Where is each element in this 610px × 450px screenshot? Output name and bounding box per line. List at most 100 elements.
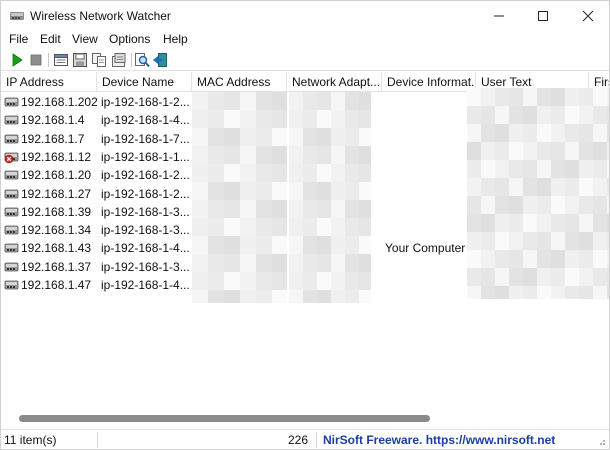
redaction-tile [495, 160, 509, 178]
redaction-tile [579, 106, 593, 124]
redaction-tile [331, 128, 345, 146]
redaction-tile [537, 268, 551, 286]
redacted-mac-column [192, 92, 287, 303]
redaction-tile [509, 106, 523, 124]
redaction-tile [345, 290, 359, 303]
column-header-network-adapter[interactable]: Network Adapt... [287, 72, 382, 92]
redaction-tile [240, 290, 256, 303]
ip-address-cell: 192.168.1.20 [21, 168, 92, 183]
column-header-device-name[interactable]: Device Name [97, 72, 192, 92]
save-icon[interactable] [72, 52, 88, 68]
redaction-tile [551, 124, 565, 142]
redaction-tile [467, 88, 481, 106]
status-bar: 11 item(s) 226 NirSoft Freeware. https:/… [1, 429, 609, 449]
redaction-tile [240, 92, 256, 110]
menu-edit[interactable]: Edit [40, 32, 61, 46]
redaction-tile [192, 218, 208, 236]
device-name-cell: ip-192-168-1-7... [101, 131, 190, 146]
redaction-tile [565, 250, 579, 268]
find-icon[interactable] [134, 52, 150, 68]
redaction-tile [537, 142, 551, 160]
properties-icon[interactable] [111, 52, 127, 68]
redaction-tile [607, 214, 609, 232]
redaction-tile [359, 290, 371, 303]
redaction-tile [289, 236, 303, 254]
redaction-tile [208, 290, 224, 303]
redaction-tile [317, 92, 331, 110]
redaction-tile [509, 160, 523, 178]
nirsoft-link[interactable]: NirSoft Freeware. https://www.nirsoft.ne… [323, 433, 555, 447]
redaction-tile [303, 164, 317, 182]
column-header-device-information[interactable]: Device Informat... [382, 72, 476, 92]
redaction-tile [303, 272, 317, 290]
redaction-tile [359, 110, 371, 128]
redaction-tile [192, 110, 208, 128]
menu-help[interactable]: Help [163, 32, 188, 46]
title-bar[interactable]: Wireless Network Watcher [1, 1, 609, 31]
html-report-icon[interactable] [53, 52, 69, 68]
column-header-ip-address[interactable]: IP Address [1, 72, 97, 92]
redaction-tile [481, 142, 495, 160]
scrollbar-thumb[interactable] [19, 415, 430, 422]
close-button[interactable] [565, 1, 610, 31]
redaction-tile [593, 142, 607, 160]
redaction-tile [272, 128, 287, 146]
redaction-tile [256, 164, 272, 182]
redaction-tile [537, 88, 551, 106]
redaction-tile [537, 250, 551, 268]
resize-grip-icon[interactable] [596, 436, 606, 446]
redaction-tile [192, 182, 208, 200]
redaction-tile [224, 200, 240, 218]
ip-address-cell: 192.168.1.7 [21, 131, 85, 146]
minimize-button[interactable] [476, 1, 522, 31]
menu-options[interactable]: Options [109, 32, 150, 46]
redaction-tile [593, 196, 607, 214]
menu-view[interactable]: View [72, 32, 98, 46]
devices-table[interactable]: IP Address Device Name MAC Address Netwo… [1, 72, 609, 411]
toolbar-separator [48, 53, 49, 67]
redaction-tile [192, 254, 208, 272]
exit-icon[interactable] [152, 52, 168, 68]
redaction-tile [467, 250, 481, 268]
maximize-button[interactable] [520, 1, 566, 31]
redaction-tile [256, 218, 272, 236]
redaction-tile [495, 106, 509, 124]
redaction-tile [272, 164, 287, 182]
redaction-tile [272, 236, 287, 254]
play-icon[interactable] [9, 52, 25, 68]
redaction-tile [224, 290, 240, 303]
toolbar [1, 49, 609, 71]
redaction-tile [607, 124, 609, 142]
menu-bar: File Edit View Options Help [1, 31, 609, 49]
redaction-tile [303, 236, 317, 254]
maximize-icon [538, 11, 548, 21]
redaction-tile [593, 106, 607, 124]
redaction-tile [579, 142, 593, 160]
stop-icon[interactable] [28, 52, 44, 68]
redaction-tile [272, 272, 287, 290]
redaction-tile [523, 124, 537, 142]
redaction-tile [289, 200, 303, 218]
redaction-tile [317, 272, 331, 290]
redaction-tile [537, 232, 551, 250]
redaction-tile [495, 178, 509, 196]
ip-address-cell: 192.168.1.43 [21, 241, 92, 256]
menu-file[interactable]: File [9, 32, 28, 46]
redaction-tile [551, 250, 565, 268]
redaction-tile [593, 232, 607, 250]
copy-icon[interactable] [91, 52, 107, 68]
redaction-tile [481, 250, 495, 268]
redaction-tile [607, 196, 609, 214]
redaction-tile [579, 250, 593, 268]
redaction-tile [208, 92, 224, 110]
redaction-tile [509, 178, 523, 196]
status-count-value: 226 [288, 433, 309, 447]
device-name-cell: ip-192-168-1-4... [101, 241, 190, 256]
redaction-tile [345, 200, 359, 218]
redaction-tile [481, 88, 495, 106]
column-header-mac-address[interactable]: MAC Address [192, 72, 287, 92]
redaction-tile [345, 146, 359, 164]
redaction-tile [579, 124, 593, 142]
redaction-tile [240, 182, 256, 200]
horizontal-scrollbar[interactable] [2, 411, 609, 425]
